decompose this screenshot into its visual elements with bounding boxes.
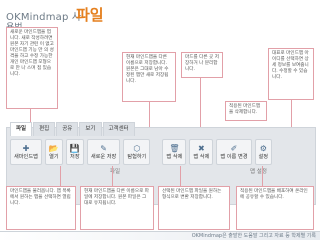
edit-icon: ✎ bbox=[100, 144, 107, 153]
gear-icon: ⚙ bbox=[259, 144, 267, 153]
save-icon: 💾 bbox=[69, 144, 80, 153]
rename-map-label: 맵 이름 변경 bbox=[220, 154, 248, 160]
callout-saveas: 현재 마인드맵을 다른 이름으로 저장합니다. 원본은 그대로 남아 수정된 맵… bbox=[122, 52, 176, 102]
connector-publish bbox=[262, 166, 263, 186]
open-button[interactable]: 📂 열기 bbox=[44, 139, 63, 165]
footer-text: OKMindmap은 출발한 도움말 그리고 자료 등 학제별 기록 bbox=[191, 233, 316, 239]
callout-publish: 적용된 마인드맵을 배포하여 온라인에 공유할 수 있습니다. bbox=[236, 186, 314, 230]
callout-convert: 선택된 마인드맵 파일을 원하는 형식으로 변환 저장합니다. bbox=[158, 186, 230, 230]
save-as-button[interactable]: ✎ 새로운 저장 bbox=[86, 139, 121, 165]
map-delete-label-1: 맵 삭제 bbox=[166, 154, 183, 160]
callout-export: 마드를 다른 곳 저장하거 나 분리합니다. bbox=[181, 52, 223, 78]
map-delete-button-2[interactable]: ✖ 맵 삭제 bbox=[189, 139, 214, 165]
save-label: 저장 bbox=[70, 154, 80, 160]
callout-savefile: 현재 마인드맵을 다른 이름으로 파일에 저장합니다. 원본 파일은 그대로 유… bbox=[80, 186, 154, 230]
plus-icon: ✚ bbox=[22, 144, 30, 153]
callout-delete: 적용된 마인드맵을 삭제합니다. bbox=[225, 101, 267, 121]
close-icon: ✖ bbox=[198, 144, 205, 153]
settings-button[interactable]: ⚙ 설정 bbox=[254, 139, 273, 165]
explore-icon: ⬡ bbox=[133, 144, 141, 153]
connector-convert bbox=[180, 166, 181, 186]
tab-view[interactable]: 보기 bbox=[79, 122, 102, 136]
connector-savefile bbox=[112, 166, 113, 186]
tab-share[interactable]: 공유 bbox=[56, 122, 79, 136]
folder-icon: 📂 bbox=[48, 144, 59, 153]
trash-icon: 🗑 bbox=[169, 144, 180, 153]
ribbon-group-labels: 파일 맵 설정 bbox=[10, 166, 312, 176]
tab-file[interactable]: 파일 bbox=[10, 122, 33, 136]
map-delete-button-1[interactable]: 🗑 맵 삭제 bbox=[162, 139, 187, 165]
page-title: OKMindmap 사 파일 용법 bbox=[6, 6, 316, 33]
settings-label: 설정 bbox=[258, 154, 269, 160]
ribbon-tabs: 파일 편집 공유 보기 고객센터 bbox=[10, 122, 136, 136]
open-label: 열기 bbox=[49, 154, 59, 160]
tab-edit[interactable]: 편집 bbox=[33, 122, 56, 136]
tab-support[interactable]: 고객센터 bbox=[102, 122, 135, 136]
new-mindmap-label: 새마인드맵 bbox=[14, 154, 38, 160]
pencil-icon: ✐ bbox=[230, 144, 238, 153]
save-button[interactable]: 💾 저장 bbox=[65, 139, 84, 165]
group-map-label: 맵 설정 bbox=[250, 169, 267, 175]
connector-open bbox=[60, 166, 61, 186]
title-accent: 파일 bbox=[76, 6, 104, 24]
new-mindmap-button[interactable]: ✚ 새마인드맵 bbox=[10, 139, 42, 165]
explore-label: 탐험하기 bbox=[127, 154, 147, 160]
save-as-label: 새로운 저장 bbox=[90, 154, 117, 160]
callout-settings: 대표로 마인드맵 아이디를 선택하면 상세 정보를 보여줍니다. 수정할 수 있… bbox=[268, 48, 314, 100]
callout-new: 새로운 마인드맵을 엽니다. 새로 작성하려면 원본 자기 관련 이 없고 마인… bbox=[6, 27, 58, 109]
explore-button[interactable]: ⬡ 탐험하기 bbox=[123, 139, 151, 165]
map-delete-label-2: 맵 삭제 bbox=[193, 154, 210, 160]
rename-map-button[interactable]: ✐ 맵 이름 변경 bbox=[216, 139, 252, 165]
callout-open: 마인드맵을 불러옵니다. 맵 목록에서 원하는 맵을 선택하면 열립니다. bbox=[6, 186, 76, 230]
ribbon-toolbar: ✚ 새마인드맵 📂 열기 💾 저장 ✎ 새로운 저장 ⬡ 탐험하기 🗑 맵 삭제… bbox=[10, 138, 312, 166]
